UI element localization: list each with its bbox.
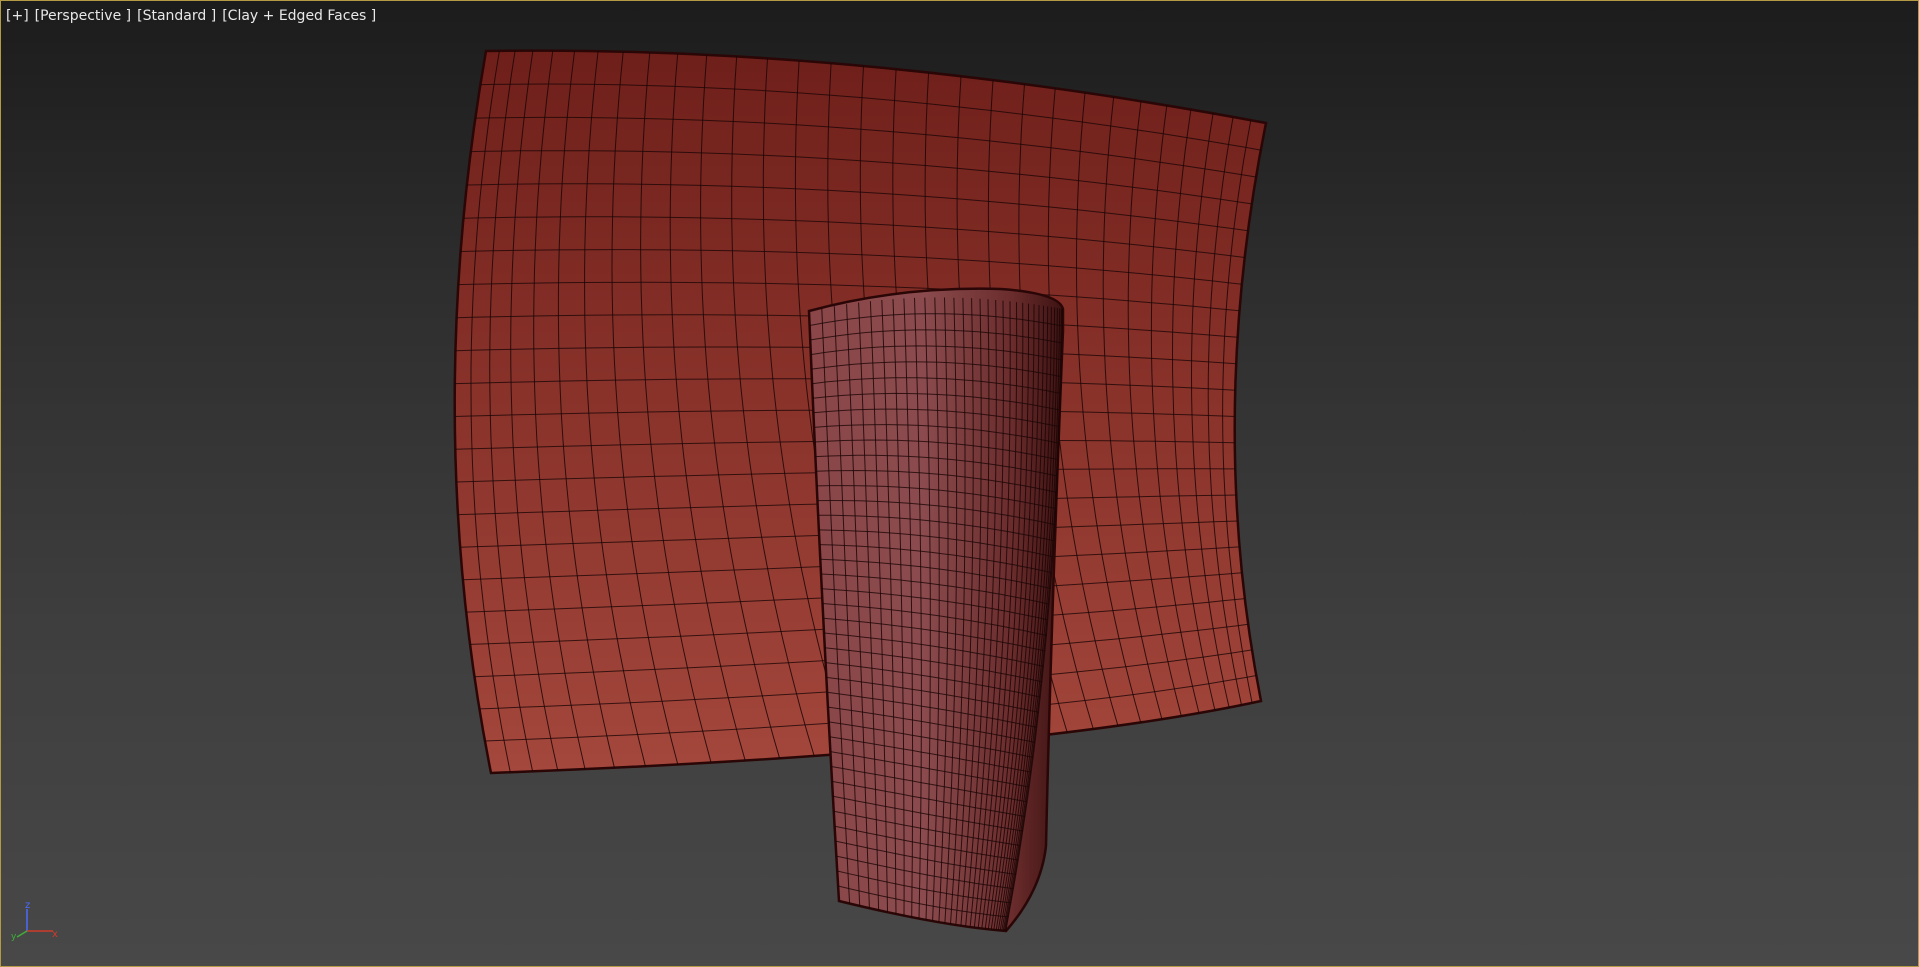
cylinder-mesh[interactable] — [807, 287, 1065, 933]
scene-canvas[interactable] — [1, 1, 1918, 966]
axis-x-label: x — [52, 929, 58, 940]
axis-y-label: y — [11, 932, 17, 941]
axis-z-label: z — [25, 901, 30, 911]
axis-gizmo-icon: z x y — [11, 901, 58, 941]
perspective-viewport[interactable]: [+] [Perspective ] [Standard ] [Clay + E… — [0, 0, 1919, 967]
